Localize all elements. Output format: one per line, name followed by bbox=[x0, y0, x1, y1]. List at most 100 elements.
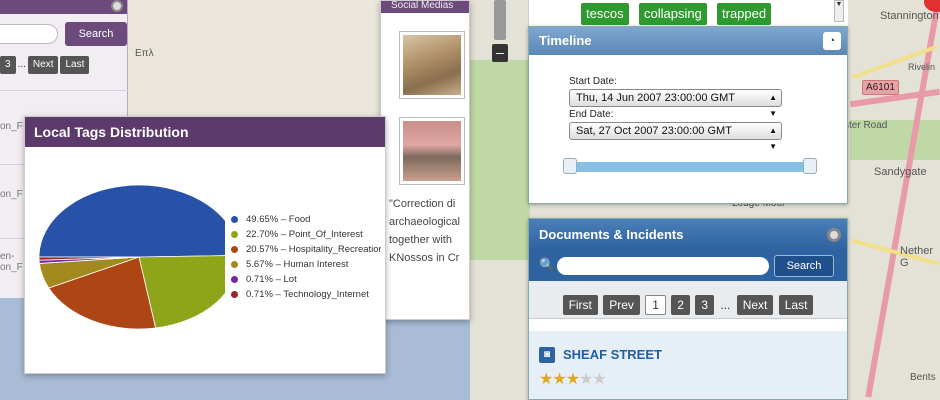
local-tags-panel: Local Tags Distribution 49.65% – Food 22… bbox=[24, 116, 386, 374]
select-arrows-icon: ▲ ▼ bbox=[769, 126, 777, 151]
social-thumbnail[interactable] bbox=[399, 31, 465, 99]
last-button[interactable]: Last bbox=[778, 295, 814, 315]
page-button[interactable]: 3 bbox=[695, 295, 715, 315]
list-item-text: en- on_F bbox=[0, 251, 23, 273]
slider-handle-start[interactable] bbox=[563, 158, 577, 174]
end-date-select[interactable]: Sat, 27 Oct 2007 23:00:00 GMT ▲ ▼ bbox=[569, 122, 782, 151]
tag-cloud: tescos collapsing trapped ▼ bbox=[528, 0, 848, 26]
close-icon[interactable] bbox=[827, 228, 841, 242]
pie-chart-icon[interactable]: ◔ bbox=[823, 32, 841, 50]
tags-panel-title: Local Tags Distribution bbox=[25, 117, 385, 147]
documents-title-text: Documents & Incidents bbox=[539, 227, 684, 242]
documents-search-button[interactable]: Search bbox=[774, 255, 834, 277]
pie-chart bbox=[38, 184, 225, 330]
star-empty-icon[interactable]: ★ bbox=[592, 371, 606, 388]
timeline-title-text: Timeline bbox=[539, 33, 592, 48]
last-button[interactable]: Last bbox=[60, 56, 90, 74]
social-media-panel: Social Medias "Correction di archaeologi… bbox=[380, 0, 470, 320]
legend-item: 20.57% – Hospitality_Recreation bbox=[231, 242, 381, 257]
legend-label: 49.65% – Food bbox=[246, 214, 311, 225]
first-button[interactable]: First bbox=[562, 295, 598, 315]
start-date-value: Thu, 14 Jun 2007 23:00:00 GMT bbox=[576, 92, 735, 104]
text-line: "Correction di bbox=[389, 198, 456, 210]
document-title[interactable]: SHEAF STREET bbox=[563, 347, 662, 362]
star-filled-icon[interactable]: ★ bbox=[552, 371, 566, 388]
list-item-text: on_F bbox=[0, 189, 23, 200]
search-icon: 🔍 bbox=[539, 257, 556, 272]
legend-label: 0.71% – Technology_Internet bbox=[246, 289, 369, 300]
text-line: together with bbox=[389, 234, 452, 246]
legend-item: 5.67% – Human Interest bbox=[231, 257, 381, 272]
document-item[interactable]: ◙ SHEAF STREET ★★★★★ bbox=[529, 331, 847, 399]
tag-chip[interactable]: collapsing bbox=[639, 3, 707, 25]
zoom-track[interactable] bbox=[494, 0, 506, 40]
rating-stars: ★★★★★ bbox=[539, 369, 607, 389]
legend-item: 0.71% – Lot bbox=[231, 272, 381, 287]
map-label-a6101: A6101 bbox=[862, 80, 899, 95]
documents-panel: Documents & Incidents 🔍 Search First Pre… bbox=[528, 218, 848, 400]
documents-pager: First Prev 1 2 3 ... Next Last bbox=[529, 281, 847, 319]
social-post-text: "Correction di archaeological together w… bbox=[389, 195, 469, 267]
date-range-slider[interactable] bbox=[563, 158, 817, 174]
legend-label: 0.71% – Lot bbox=[246, 274, 297, 285]
map-label-ster-road: ster Road bbox=[844, 120, 888, 131]
map-label-sandygate: Sandygate bbox=[874, 166, 927, 178]
select-arrows-icon: ▲ ▼ bbox=[769, 93, 777, 118]
page-button[interactable]: 2 bbox=[671, 295, 690, 315]
close-icon[interactable] bbox=[111, 0, 123, 12]
back-panel-pager: 3... Next Last bbox=[0, 56, 91, 76]
map-label-nether: Nether G bbox=[900, 245, 934, 269]
legend-swatch bbox=[231, 215, 238, 223]
legend-swatch bbox=[231, 290, 238, 298]
star-filled-icon[interactable]: ★ bbox=[566, 371, 580, 388]
end-date-value: Sat, 27 Oct 2007 23:00:00 GMT bbox=[576, 125, 732, 137]
zoom-control[interactable]: – bbox=[492, 0, 508, 62]
pie-slice-food[interactable] bbox=[38, 184, 225, 258]
page-button[interactable]: 3 bbox=[0, 56, 16, 74]
next-button[interactable]: Next bbox=[27, 56, 59, 74]
end-date-label: End Date: bbox=[569, 109, 614, 120]
legend-item: 49.65% – Food bbox=[231, 212, 381, 227]
back-panel-header bbox=[0, 0, 127, 14]
legend-swatch bbox=[231, 275, 238, 283]
documents-search-bar: 🔍 Search bbox=[529, 251, 847, 281]
chart-legend: 49.65% – Food 22.70% – Point_Of_Interest… bbox=[231, 212, 381, 302]
photo-image bbox=[403, 35, 461, 95]
pager-ellipsis: ... bbox=[720, 298, 731, 312]
prev-button[interactable]: Prev bbox=[603, 295, 640, 315]
legend-swatch bbox=[231, 245, 238, 253]
map-label-bents: Bents bbox=[910, 372, 936, 383]
timeline-title: Timeline ◔ bbox=[529, 27, 847, 55]
social-thumbnail[interactable] bbox=[399, 117, 465, 185]
text-line: archaeological bbox=[389, 216, 460, 228]
legend-item: 22.70% – Point_Of_Interest bbox=[231, 227, 381, 242]
legend-swatch bbox=[231, 260, 238, 268]
zoom-out-button[interactable]: – bbox=[492, 44, 508, 62]
camera-icon: ◙ bbox=[539, 347, 555, 363]
documents-search-input[interactable] bbox=[557, 257, 769, 275]
documents-title: Documents & Incidents bbox=[529, 219, 847, 251]
list-item-text: on_F bbox=[0, 121, 23, 132]
star-empty-icon[interactable]: ★ bbox=[579, 371, 593, 388]
legend-item: 0.71% – Technology_Internet bbox=[231, 287, 381, 302]
scroll-down-icon[interactable]: ▼ bbox=[834, 0, 844, 22]
tag-chip[interactable]: trapped bbox=[717, 3, 772, 25]
legend-label: 5.67% – Human Interest bbox=[246, 259, 349, 270]
photo-image bbox=[403, 121, 461, 181]
legend-swatch bbox=[231, 230, 238, 238]
star-filled-icon[interactable]: ★ bbox=[539, 371, 553, 388]
start-date-label: Start Date: bbox=[569, 76, 617, 87]
slider-handle-end[interactable] bbox=[803, 158, 817, 174]
back-panel-search: Search bbox=[0, 22, 128, 46]
next-button[interactable]: Next bbox=[736, 295, 774, 315]
start-date-select[interactable]: Thu, 14 Jun 2007 23:00:00 GMT ▲ ▼ bbox=[569, 89, 782, 118]
map-label-stannington: Stannington bbox=[880, 10, 939, 22]
back-search-input[interactable] bbox=[0, 24, 58, 44]
social-panel-title: Social Medias bbox=[381, 1, 469, 13]
tag-chip[interactable]: tescos bbox=[581, 3, 629, 25]
pager-ellipsis: ... bbox=[17, 59, 26, 70]
map-park bbox=[470, 60, 530, 260]
map-label-greek: Επλ bbox=[135, 48, 154, 59]
page-button[interactable]: 1 bbox=[645, 295, 666, 315]
back-search-button[interactable]: Search bbox=[65, 22, 127, 46]
